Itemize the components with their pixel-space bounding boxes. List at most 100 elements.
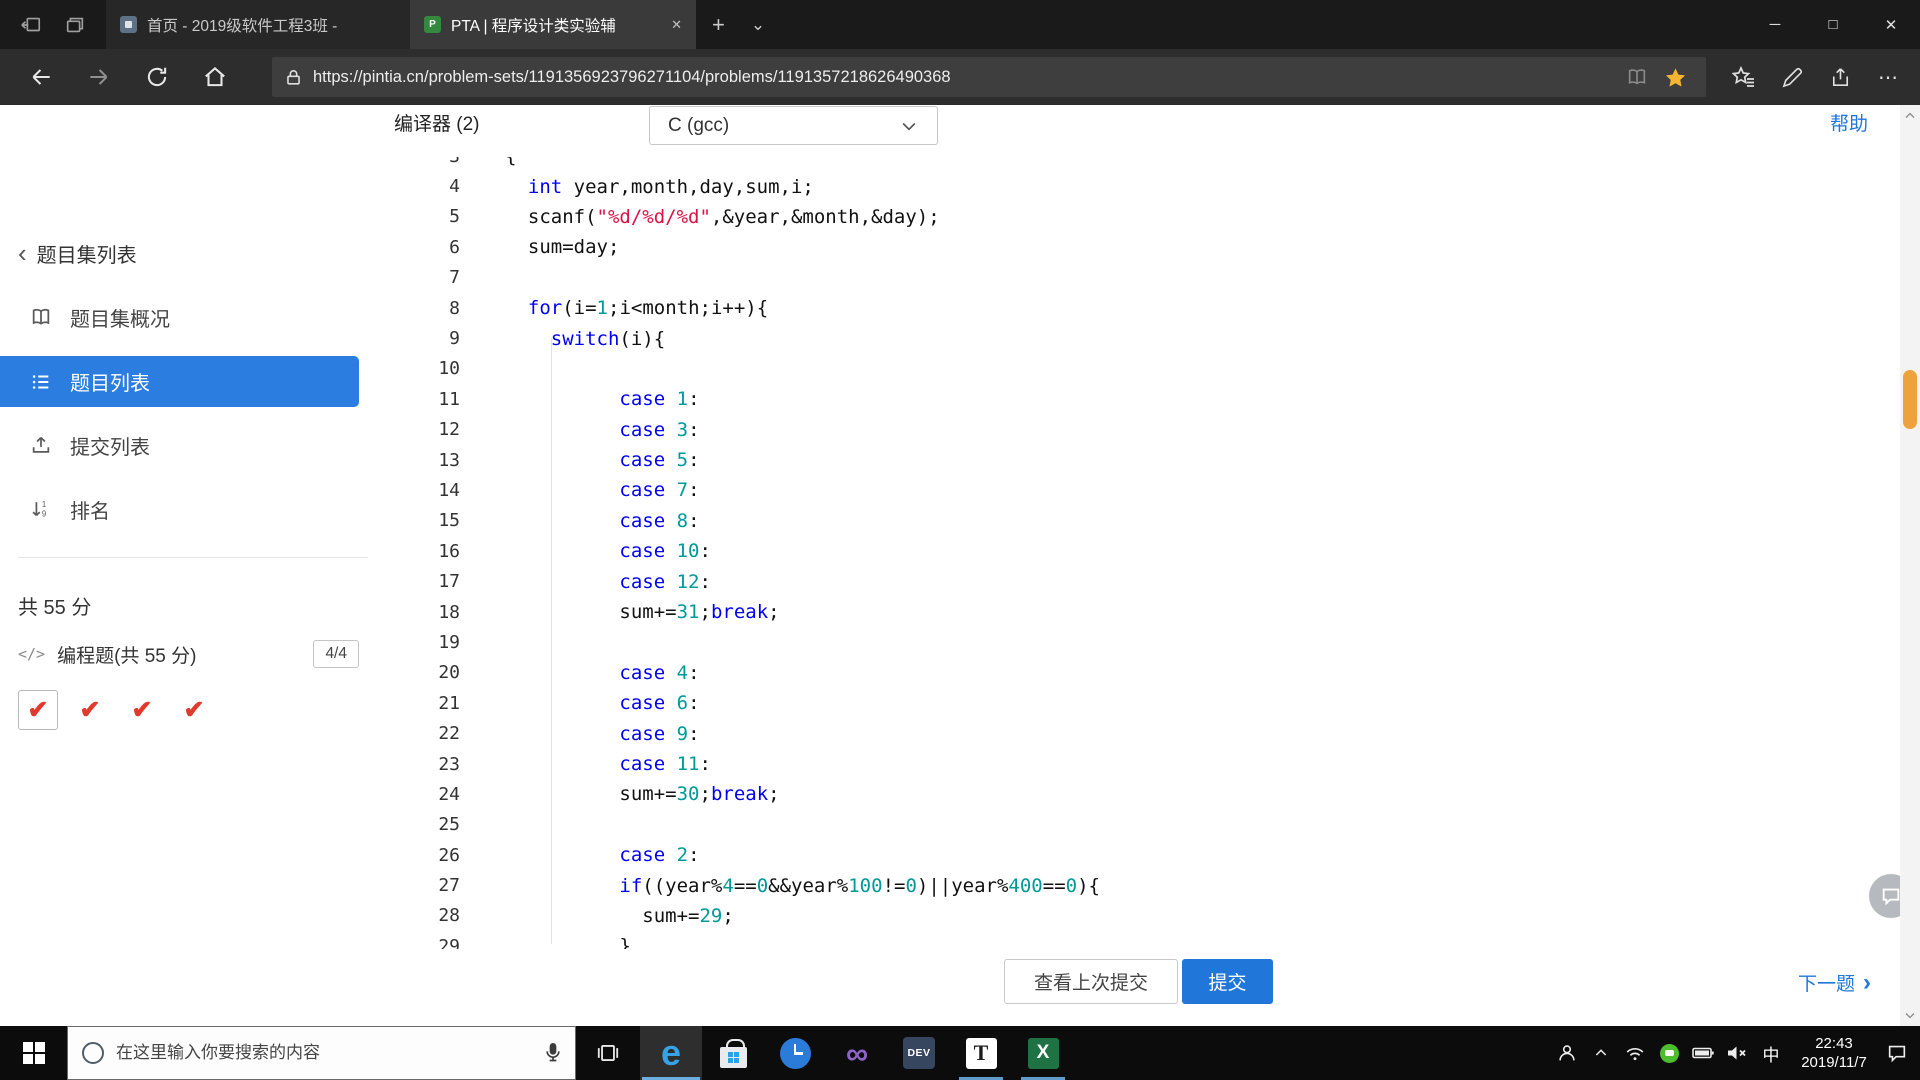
address-bar[interactable]: https://pintia.cn/problem-sets/119135692… xyxy=(272,57,1706,97)
code-line-3[interactable]: 3{ xyxy=(398,157,1856,171)
code-line-14[interactable]: 14 case 7: xyxy=(398,475,1856,505)
code-line-21[interactable]: 21 case 6: xyxy=(398,688,1856,718)
scroll-up-arrow[interactable] xyxy=(1900,105,1920,127)
people-icon[interactable] xyxy=(1550,1042,1584,1064)
problem-2-status[interactable]: ✔ xyxy=(70,690,110,730)
code-line-26[interactable]: 26 case 2: xyxy=(398,840,1856,870)
code-editor[interactable]: 3{4 int year,month,day,sum,i;5 scanf("%d… xyxy=(398,157,1856,949)
programming-section-row[interactable]: </> 编程题(共 55 分) 4/4 xyxy=(18,635,368,673)
back-button[interactable] xyxy=(28,64,54,90)
back-to-problem-sets[interactable]: ‹ 题目集列表 xyxy=(18,235,137,271)
code-line-7[interactable]: 7 xyxy=(398,263,1856,293)
favorite-star-icon[interactable] xyxy=(1656,58,1694,96)
close-window-button[interactable]: ✕ xyxy=(1862,0,1920,49)
problem-4-status[interactable]: ✔ xyxy=(174,690,214,730)
code-line-23[interactable]: 23 case 11: xyxy=(398,749,1856,779)
code-line-22[interactable]: 22 case 9: xyxy=(398,718,1856,748)
line-number: 19 xyxy=(398,632,460,653)
browser-tab-2-active[interactable]: P PTA | 程序设计类实验辅 ✕ xyxy=(410,0,696,49)
code-line-16[interactable]: 16 case 10: xyxy=(398,536,1856,566)
code-line-5[interactable]: 5 scanf("%d/%d/%d",&year,&month,&day); xyxy=(398,202,1856,232)
code-line-10[interactable]: 10 xyxy=(398,354,1856,384)
code-line-6[interactable]: 6 sum=day; xyxy=(398,232,1856,262)
action-center-icon[interactable] xyxy=(1880,1042,1914,1064)
upload-icon xyxy=(30,434,52,456)
compiler-label: 编译器 (2) xyxy=(394,109,480,136)
sidebar-item-problem-list[interactable]: 题目列表 xyxy=(0,356,359,407)
compiler-dropdown[interactable]: C (gcc) xyxy=(649,106,938,145)
code-line-19[interactable]: 19 xyxy=(398,627,1856,657)
code-line-11[interactable]: 11 case 1: xyxy=(398,384,1856,414)
taskbar-edge-button[interactable]: e xyxy=(640,1026,702,1080)
taskbar-search-box[interactable] xyxy=(67,1026,576,1080)
tab-list-chevron-icon[interactable]: ⌄ xyxy=(741,0,775,49)
line-number: 21 xyxy=(398,693,460,714)
code-line-8[interactable]: 8 for(i=1;i<month;i++){ xyxy=(398,293,1856,323)
taskbar-excel-button[interactable]: X xyxy=(1012,1026,1074,1080)
share-icon[interactable] xyxy=(1816,56,1864,98)
sidebar-item-label: 提交列表 xyxy=(70,431,150,460)
new-tab-button[interactable]: + xyxy=(696,0,741,49)
taskbar-visual-studio-button[interactable]: ∞ xyxy=(826,1026,888,1080)
code-line-9[interactable]: 9 switch(i){ xyxy=(398,323,1856,353)
tray-clock[interactable]: 22:43 2019/11/7 xyxy=(1788,1034,1880,1072)
code-line-28[interactable]: 28 sum+=29; xyxy=(398,901,1856,931)
task-view-button[interactable] xyxy=(576,1026,640,1080)
wechat-tray-icon[interactable] xyxy=(1652,1044,1686,1063)
tabs-set-aside-icon[interactable] xyxy=(64,14,86,36)
code-line-24[interactable]: 24 sum+=30;break; xyxy=(398,779,1856,809)
tab-close-icon[interactable]: ✕ xyxy=(667,17,682,33)
scroll-down-arrow[interactable] xyxy=(1900,1004,1920,1026)
sidebar-item-label: 题目集概况 xyxy=(70,303,170,332)
taskbar-alarms-clock-button[interactable] xyxy=(764,1026,826,1080)
code-line-12[interactable]: 12 case 3: xyxy=(398,415,1856,445)
forward-button[interactable] xyxy=(86,64,112,90)
battery-icon[interactable] xyxy=(1686,1041,1720,1065)
ime-indicator[interactable]: 中 xyxy=(1754,1041,1788,1066)
code-line-17[interactable]: 17 case 12: xyxy=(398,566,1856,596)
code-text: case 8: xyxy=(460,510,700,532)
url-text[interactable]: https://pintia.cn/problem-sets/119135692… xyxy=(313,68,1618,87)
next-problem-link[interactable]: 下一题 › xyxy=(1798,969,1871,996)
code-line-18[interactable]: 18 sum+=31;break; xyxy=(398,597,1856,627)
microphone-icon[interactable] xyxy=(543,1041,563,1070)
search-input[interactable] xyxy=(116,1043,516,1063)
wifi-icon[interactable] xyxy=(1618,1042,1652,1064)
taskbar-typora-button[interactable]: T xyxy=(950,1026,1012,1080)
minimize-button[interactable]: ─ xyxy=(1746,0,1804,49)
browser-scrollbar[interactable] xyxy=(1900,105,1920,1026)
svg-text:9: 9 xyxy=(42,509,46,518)
dev-cpp-icon: DEV xyxy=(903,1037,935,1069)
start-button[interactable] xyxy=(0,1026,67,1080)
scrollbar-thumb[interactable] xyxy=(1903,370,1917,429)
maximize-button[interactable]: □ xyxy=(1804,0,1862,49)
taskbar-store-button[interactable] xyxy=(702,1026,764,1080)
code-line-13[interactable]: 13 case 5: xyxy=(398,445,1856,475)
help-link[interactable]: 帮助 xyxy=(1830,109,1868,136)
code-line-4[interactable]: 4 int year,month,day,sum,i; xyxy=(398,171,1856,201)
code-line-29[interactable]: 29 } xyxy=(398,931,1856,949)
view-last-submission-button[interactable]: 查看上次提交 xyxy=(1004,959,1178,1004)
code-line-27[interactable]: 27 if((year%4==0&&year%100!=0)||year%400… xyxy=(398,870,1856,900)
submit-button[interactable]: 提交 xyxy=(1182,959,1273,1004)
volume-muted-icon[interactable] xyxy=(1720,1041,1754,1065)
web-note-pen-icon[interactable] xyxy=(1768,56,1816,98)
home-button[interactable] xyxy=(202,64,228,90)
refresh-button[interactable] xyxy=(144,64,170,90)
tray-chevron-up-icon[interactable] xyxy=(1584,1045,1618,1061)
problem-1-status-current[interactable]: ✔ xyxy=(18,690,58,730)
code-line-25[interactable]: 25 xyxy=(398,810,1856,840)
favorites-hub-icon[interactable] xyxy=(1720,56,1768,98)
sidebar-item-ranking[interactable]: 19 排名 xyxy=(0,489,359,529)
sidebar-item-overview[interactable]: 题目集概况 xyxy=(0,297,359,337)
problem-3-status[interactable]: ✔ xyxy=(122,690,162,730)
more-menu-icon[interactable]: ⋯ xyxy=(1864,56,1912,98)
reading-view-icon[interactable] xyxy=(1618,58,1656,96)
taskbar-devcpp-button[interactable]: DEV xyxy=(888,1026,950,1080)
code-line-15[interactable]: 15 case 8: xyxy=(398,506,1856,536)
sidebar-item-submissions[interactable]: 提交列表 xyxy=(0,425,359,465)
browser-tab-1[interactable]: 首页 - 2019级软件工程3班 - xyxy=(106,0,410,49)
window-controls: ─ □ ✕ xyxy=(1746,0,1920,49)
set-tabs-aside-icon[interactable] xyxy=(20,14,42,36)
code-line-20[interactable]: 20 case 4: xyxy=(398,658,1856,688)
